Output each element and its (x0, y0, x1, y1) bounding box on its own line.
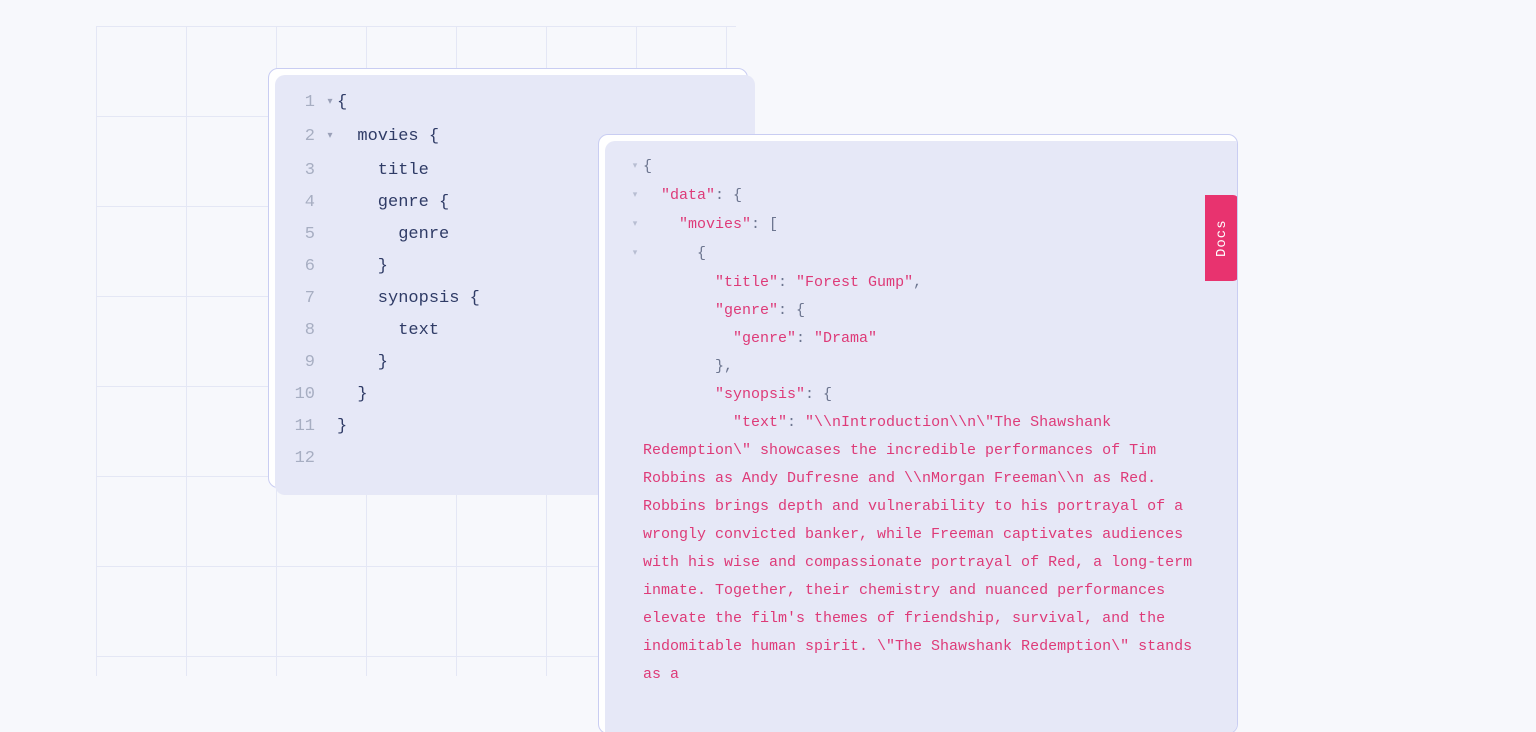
json-line: ▾ "data" : { (627, 182, 1209, 211)
code-text: movies { (337, 121, 439, 153)
line-number: 3 (279, 155, 315, 187)
line-number: 6 (279, 251, 315, 283)
json-string: "Forest Gump" (796, 269, 913, 297)
json-line: ▾ "movies" : [ (627, 211, 1209, 240)
json-string: "Drama" (814, 325, 877, 353)
code-text: } (337, 411, 347, 443)
json-key: "text" (733, 414, 787, 431)
line-number: 10 (279, 379, 315, 411)
json-brace: { (643, 153, 652, 181)
code-text: } (337, 347, 388, 379)
line-number: 12 (279, 443, 315, 475)
code-text: { (337, 87, 347, 119)
line-number: 4 (279, 187, 315, 219)
json-key: "data" (661, 182, 715, 210)
code-text: synopsis { (337, 283, 480, 315)
json-line: "text": "\\nIntroduction\\n\"The Shawsha… (627, 409, 1209, 689)
json-line: ▾ { (627, 153, 1209, 182)
json-key: "title" (715, 269, 778, 297)
json-line: "synopsis" : { (627, 381, 1209, 409)
json-key: "movies" (679, 211, 751, 239)
json-key: "genre" (733, 325, 796, 353)
code-text: title (337, 155, 429, 187)
fold-toggle-icon[interactable]: ▾ (627, 181, 643, 209)
line-number: 5 (279, 219, 315, 251)
json-line: "genre" : "Drama" (627, 325, 1209, 353)
json-line: "genre" : { (627, 297, 1209, 325)
line-number: 1 (279, 87, 315, 119)
code-text: } (337, 379, 368, 411)
code-text: text (337, 315, 439, 347)
line-number: 2 (279, 121, 315, 153)
fold-toggle-icon[interactable]: ▾ (627, 210, 643, 238)
json-line: "title" : "Forest Gump" , (627, 269, 1209, 297)
json-key: "synopsis" (715, 381, 805, 409)
line-number: 11 (279, 411, 315, 443)
code-text: genre { (337, 187, 449, 219)
code-text: } (337, 251, 388, 283)
docs-tab-button[interactable]: Docs (1205, 195, 1238, 281)
fold-toggle-icon[interactable]: ▾ (627, 152, 643, 180)
json-key: "genre" (715, 297, 778, 325)
code-text: genre (337, 219, 449, 251)
line-number: 9 (279, 347, 315, 379)
line-number: 7 (279, 283, 315, 315)
fold-toggle-icon[interactable]: ▾ (323, 87, 337, 119)
json-line: ▾ { (627, 240, 1209, 269)
fold-toggle-icon[interactable]: ▾ (627, 239, 643, 267)
result-panel[interactable]: Docs ▾ { ▾ "data" : { ▾ "movies" : [ ▾ {… (598, 134, 1238, 732)
line-number: 8 (279, 315, 315, 347)
json-brace: }, (715, 353, 733, 381)
code-line[interactable]: 1 ▾ { (279, 87, 727, 121)
fold-toggle-icon[interactable]: ▾ (323, 121, 337, 153)
json-brace: { (697, 240, 706, 268)
json-line: }, (627, 353, 1209, 381)
json-synopsis-text: "\\nIntroduction\\n\"The Shawshank Redem… (643, 414, 1192, 683)
